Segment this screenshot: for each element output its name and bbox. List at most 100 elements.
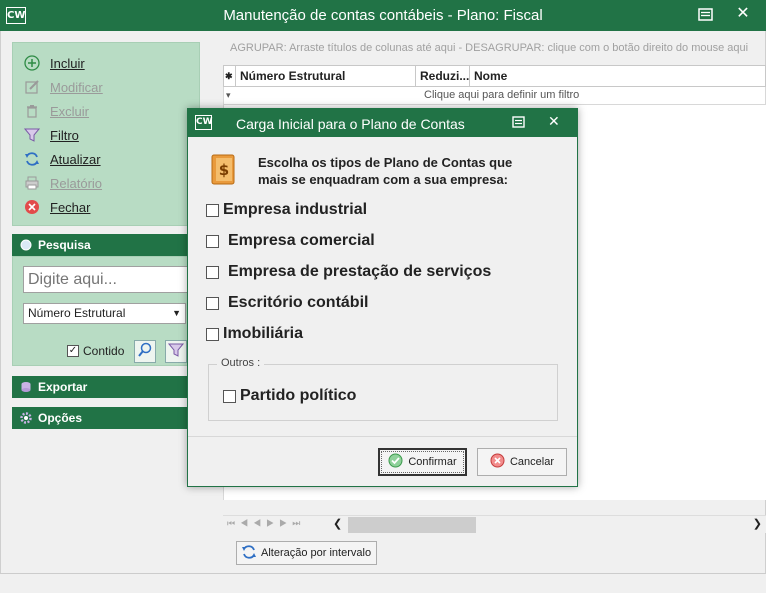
filter-button[interactable] (165, 340, 187, 363)
option-empresa-industrial[interactable]: Empresa industrial (206, 201, 367, 219)
outros-legend: Outros : (217, 357, 265, 369)
fechar-label: Fechar (50, 199, 91, 215)
option-label: Empresa de prestação de serviços (228, 263, 492, 280)
pesquisa-header[interactable]: Pesquisa (12, 234, 200, 256)
pesquisa-section: Pesquisa Número Estrutural ▼ ✓ Contido (12, 234, 200, 366)
confirmar-button[interactable]: Confirmar (378, 448, 467, 476)
gear-icon (20, 412, 32, 424)
option-label: Escritório contábil (228, 294, 369, 311)
option-checkbox[interactable] (206, 327, 219, 341)
grid-header: ✱ Número Estrutural Reduzi... Nome (223, 65, 766, 87)
accounting-book-icon: $ (210, 154, 236, 185)
alteracao-intervalo-button[interactable]: Alteração por intervalo (236, 541, 377, 565)
dialog-footer: Confirmar Cancelar (188, 436, 577, 486)
option-imobiliaria[interactable]: Imobiliária (206, 325, 303, 343)
incluir-action[interactable]: Incluir (23, 51, 199, 75)
exportar-header-label: Exportar (38, 380, 88, 394)
modificar-label: Modificar (50, 79, 103, 95)
exportar-header[interactable]: Exportar (12, 376, 200, 398)
search-dot-icon (20, 239, 32, 251)
pesquisa-header-label: Pesquisa (38, 238, 91, 252)
confirmar-label: Confirmar (408, 456, 457, 468)
grid-navigator: ⏮◀◀▶▶⏭ ❮ ❯ (223, 515, 766, 533)
window-title-bar: CW Manutenção de contas contábeis - Plan… (0, 0, 766, 31)
filter-icon (23, 126, 41, 144)
option-label: Partido político (240, 387, 357, 404)
group-hint[interactable]: AGRUPAR: Arraste títulos de colunas até … (223, 36, 766, 60)
option-checkbox[interactable] (206, 234, 219, 248)
option-label: Imobiliária (223, 325, 304, 342)
filter-row-icon: ▾ (226, 90, 231, 100)
database-icon (20, 381, 32, 393)
dialog-title: Carga Inicial para o Plano de Contas (236, 116, 465, 132)
opcoes-header-label: Opções (38, 411, 83, 425)
left-panel: Incluir Modificar Excluir Filtro Atualiz… (12, 42, 200, 429)
scroll-left-icon[interactable]: ❮ (333, 517, 342, 530)
filtro-label: Filtro (50, 127, 79, 143)
dialog-close-button[interactable]: ✕ (548, 113, 560, 130)
dialog-intro-text: Escolha os tipos de Plano de Contas que … (258, 154, 512, 188)
trash-icon (23, 102, 41, 120)
option-checkbox[interactable] (223, 389, 236, 403)
column-header-nome[interactable]: Nome (470, 66, 765, 86)
option-checkbox[interactable] (206, 265, 219, 279)
search-input[interactable] (23, 266, 199, 293)
fechar-action[interactable]: Fechar (23, 195, 199, 219)
column-header-numero[interactable]: Número Estrutural (236, 66, 416, 86)
option-label: Empresa industrial (223, 201, 368, 218)
svg-text:$: $ (219, 161, 229, 179)
filtro-action[interactable]: Filtro (23, 123, 199, 147)
window-menu-icon[interactable] (698, 8, 714, 22)
carga-inicial-dialog: CW Carga Inicial para o Plano de Contas … (187, 108, 578, 487)
refresh-icon (23, 150, 41, 168)
scroll-right-icon[interactable]: ❯ (753, 517, 762, 530)
dialog-logo: CW (195, 115, 213, 130)
option-partido-politico[interactable]: Partido político (223, 387, 356, 405)
contido-label: Contido (83, 344, 125, 358)
window-close-button[interactable]: ✕ (734, 4, 752, 24)
filter-icon (167, 342, 185, 361)
search-field-select[interactable]: Número Estrutural ▼ (23, 303, 186, 324)
opcoes-header[interactable]: Opções (12, 407, 200, 429)
modificar-action[interactable]: Modificar (23, 75, 199, 99)
cancelar-label: Cancelar (509, 456, 555, 468)
atualizar-label: Atualizar (50, 151, 101, 167)
option-checkbox[interactable] (206, 296, 219, 310)
option-checkbox[interactable] (206, 203, 219, 217)
option-empresa-comercial[interactable]: Empresa comercial (206, 232, 375, 250)
atualizar-action[interactable]: Atualizar (23, 147, 199, 171)
filter-prompt: Clique aqui para definir um filtro (424, 89, 580, 101)
close-circle-icon (23, 198, 41, 216)
chevron-down-icon: ▼ (172, 308, 181, 318)
contido-checkbox[interactable]: ✓ Contido (67, 344, 124, 358)
horizontal-scrollbar-thumb[interactable] (348, 517, 476, 533)
cancelar-button[interactable]: Cancelar (477, 448, 567, 476)
dialog-intro-line1: Escolha os tipos de Plano de Contas que (258, 155, 513, 170)
filter-row[interactable]: ▾ Clique aqui para definir um filtro (223, 87, 766, 105)
dialog-intro: $ Escolha os tipos de Plano de Contas qu… (210, 154, 550, 188)
cancel-circle-icon (490, 453, 505, 471)
row-indicator-header: ✱ (224, 66, 236, 86)
search-button[interactable] (134, 340, 156, 363)
relatorio-label: Relatório (50, 175, 103, 191)
status-bar (0, 573, 766, 593)
check-circle-icon (388, 453, 403, 471)
column-header-reduzido[interactable]: Reduzi... (416, 66, 470, 86)
alteracao-intervalo-label: Alteração por intervalo (261, 547, 372, 559)
actions-panel: Incluir Modificar Excluir Filtro Atualiz… (12, 42, 200, 226)
record-nav-buttons[interactable]: ⏮◀◀▶▶⏭ (227, 518, 305, 529)
option-empresa-servicos[interactable]: Empresa de prestação de serviços (206, 263, 491, 281)
incluir-label: Incluir (50, 55, 85, 71)
excluir-action[interactable]: Excluir (23, 99, 199, 123)
edit-icon (23, 78, 41, 96)
contido-check-icon: ✓ (67, 345, 79, 357)
dialog-menu-icon[interactable] (512, 116, 526, 129)
dialog-intro-line2: mais se enquadram com a sua empresa: (258, 172, 509, 187)
excluir-label: Excluir (50, 103, 90, 119)
printer-icon (23, 174, 41, 192)
pesquisa-body: Número Estrutural ▼ ✓ Contido (12, 256, 200, 366)
search-field-value: Número Estrutural (28, 306, 126, 320)
option-label: Empresa comercial (228, 232, 375, 249)
relatorio-action[interactable]: Relatório (23, 171, 199, 195)
option-escritorio-contabil[interactable]: Escritório contábil (206, 294, 368, 312)
